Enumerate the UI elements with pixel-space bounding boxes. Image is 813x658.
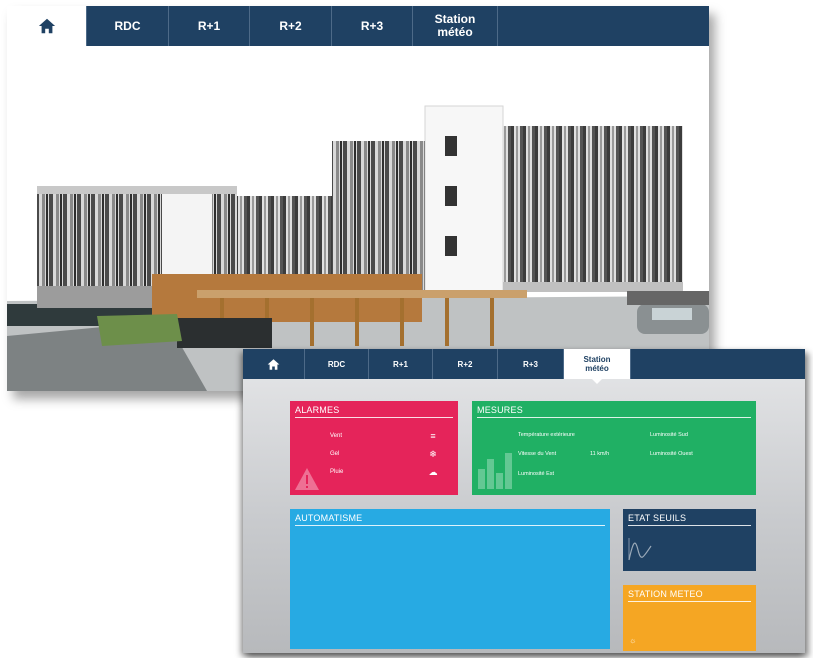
tab-r1[interactable]: R+1 (369, 349, 433, 379)
tab-station-meteo[interactable]: Station météo (564, 349, 631, 384)
measure-luminosite-sud: Luminosité Sud (650, 432, 688, 438)
mesures-title: MESURES (477, 405, 751, 418)
tab-r3[interactable]: R+3 (332, 6, 413, 46)
top-nav-bar: RDC R+1 R+2 R+3 Station météo (7, 6, 709, 52)
tab-rdc[interactable]: RDC (305, 349, 369, 379)
etat-seuils-title: ETAT SEUILS (628, 513, 751, 526)
station-meteo-title: STATION METEO (628, 589, 751, 602)
tab-r3[interactable]: R+3 (498, 349, 564, 379)
alarm-row-pluie: Pluie ☁ (330, 465, 440, 479)
frost-icon: ❄ (429, 448, 437, 459)
measure-vitesse-vent-value: 11 km/h (590, 451, 610, 457)
measure-luminosite-est: Luminosité Est (518, 471, 555, 477)
measure-vitesse-vent: Vitesse du Vent (518, 451, 557, 457)
alarm-row-gel: Gel ❄ (330, 447, 440, 461)
tab-r1[interactable]: R+1 (169, 6, 250, 46)
automatisme-panel[interactable]: AUTOMATISME (290, 509, 610, 649)
alarm-label: Pluie (330, 469, 344, 475)
bar-chart-icon (478, 453, 512, 489)
alarm-row-vent: Vent ≡ (330, 429, 440, 443)
warning-icon (295, 468, 319, 490)
tab-r2[interactable]: R+2 (250, 6, 332, 46)
threshold-curve-icon (628, 538, 652, 561)
alarmes-panel[interactable]: ALARMES Vent ≡ Gel ❄ Pluie ☁ (290, 401, 458, 495)
weather-station-screen: RDC R+1 R+2 R+3 Station météo ALARMES Ve… (243, 349, 805, 653)
measure-temperature: Température extérieure (518, 432, 575, 438)
tab-station-meteo[interactable]: Station météo (413, 6, 498, 46)
weather-icon: ☼ (629, 636, 637, 645)
station-meteo-panel[interactable]: STATION METEO ☼ (623, 585, 756, 651)
tab-rdc[interactable]: RDC (87, 6, 169, 46)
etat-seuils-panel[interactable]: ETAT SEUILS (623, 509, 756, 571)
tab-r2[interactable]: R+2 (433, 349, 498, 379)
tab-home[interactable] (7, 6, 87, 52)
home-icon (38, 18, 55, 34)
weather-nav-bar: RDC R+1 R+2 R+3 Station météo (243, 349, 805, 384)
home-icon (267, 358, 280, 370)
measure-luminosite-ouest: Luminosité Ouest (650, 451, 693, 457)
alarmes-title: ALARMES (295, 405, 453, 418)
automatisme-title: AUTOMATISME (295, 513, 605, 526)
rain-icon: ☁ (428, 466, 438, 477)
wind-icon: ≡ (430, 431, 436, 441)
alarm-label: Vent (330, 433, 343, 439)
alarm-label: Gel (330, 451, 340, 457)
tab-home[interactable] (243, 349, 305, 379)
mesures-panel[interactable]: MESURES Température extérieure Luminosit… (472, 401, 756, 495)
building-rendering (7, 46, 709, 391)
building-overview-screen: RDC R+1 R+2 R+3 Station météo (7, 6, 709, 391)
